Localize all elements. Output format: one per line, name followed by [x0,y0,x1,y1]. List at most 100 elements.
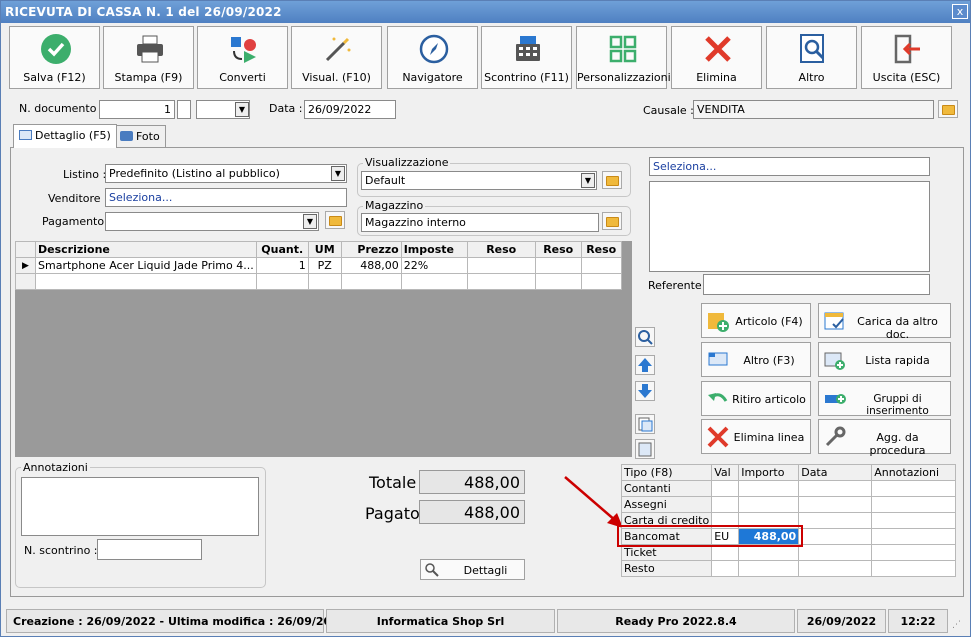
payment-type[interactable]: Resto [620,560,713,577]
window-title: RICEVUTA DI CASSA N. 1 del 26/09/2022 [1,1,970,23]
grid-cell[interactable]: 22% [400,257,468,274]
altro-button[interactable]: Altro [766,26,857,89]
visualizzazione-select[interactable]: Default [361,171,597,190]
load-doc-icon [824,312,844,330]
save-label: Salva (F12) [23,71,86,84]
payment-type[interactable]: Assegni [620,496,713,513]
visualizzazione-folder-button[interactable] [602,171,622,189]
chevron-down-icon[interactable]: ▼ [303,214,317,229]
contact-details-box[interactable] [649,181,930,272]
column-header[interactable]: Importo [738,464,800,481]
contact-select[interactable]: Seleziona... [649,157,930,176]
grid-cell[interactable] [534,257,582,274]
column-header[interactable]: UM [307,241,342,258]
grid-cell[interactable]: PZ [307,257,342,274]
altro-f3-label: Altro (F3) [743,354,795,367]
referente-input[interactable] [703,274,930,295]
close-button[interactable]: x [952,4,968,19]
return-arrow-icon [708,393,728,402]
payments-header-row: Tipo (F8) Val Importo Data Annotazioni [620,464,957,481]
column-header[interactable]: Tipo (F8) [620,464,713,481]
receipt-window: RICEVUTA DI CASSA N. 1 del 26/09/2022 x … [0,0,971,637]
ndoc-spinner[interactable] [177,100,191,119]
causale-folder-button[interactable] [938,100,958,118]
quick-list-icon [824,352,845,370]
payments-grid: Tipo (F8) Val Importo Data Annotazioni C… [620,464,957,577]
data-input[interactable]: 26/09/2022 [304,100,396,119]
pagamento-select[interactable] [105,212,319,231]
column-header[interactable]: Reso [466,241,536,258]
grid-cell[interactable]: 488,00 [340,257,402,274]
column-header[interactable]: Reso [534,241,582,258]
move-down-button[interactable] [635,381,655,401]
gruppi-inserimento-button[interactable]: Gruppi di inserimento [818,381,951,417]
visualizzazione-title: Visualizzazione [363,156,451,169]
altro-label: Altro [798,71,825,84]
articolo-button[interactable]: Articolo (F4) [701,303,811,338]
scontrino-button[interactable]: Scontrino (F11) [481,26,572,89]
navigator-button[interactable]: Navigatore [387,26,478,89]
chevron-down-icon[interactable]: ▼ [581,173,595,188]
column-header[interactable]: Prezzo [340,241,402,258]
grid-cell[interactable] [466,257,536,274]
table-row[interactable]: Resto [620,560,957,577]
camera-icon [120,131,133,141]
paste-line-button[interactable] [635,439,655,459]
exit-button[interactable]: Uscita (ESC) [861,26,952,89]
pagamento-folder-button[interactable] [325,211,345,229]
carica-doc-button[interactable]: Carica da altro doc. [818,303,951,341]
grid-cell[interactable]: Smartphone Acer Liquid Jade Primo 4... [35,257,257,274]
save-button[interactable]: Salva (F12) [9,26,100,89]
convert-icon [231,37,256,63]
ritiro-articolo-button[interactable]: Ritiro articolo [701,381,811,416]
resize-grip-icon[interactable]: ⋰ [952,620,961,630]
column-header[interactable]: Imposte [400,241,468,258]
personalizzazioni-button[interactable]: Personalizzazioni [576,26,671,89]
ritiro-articolo-label: Ritiro articolo [732,393,806,406]
magazzino-folder-button[interactable] [602,212,622,230]
column-header[interactable]: Quant. [255,241,309,258]
delete-button[interactable]: Elimina [671,26,762,89]
payment-type[interactable]: Contanti [620,480,713,497]
row-pointer-icon: ▶ [15,257,36,274]
copy-line-button[interactable] [635,414,655,434]
column-header[interactable]: Annotazioni [871,464,957,481]
convert-button[interactable]: Converti [197,26,288,89]
carica-doc-label: Carica da altro doc. [857,315,938,341]
column-header[interactable]: Val [711,464,740,481]
tab-dettaglio[interactable]: Dettaglio (F5) [13,124,117,148]
venditore-input[interactable]: Seleziona... [105,188,347,207]
column-header[interactable]: Reso [580,241,622,258]
lista-rapida-button[interactable]: Lista rapida [818,342,951,377]
magazzino-input[interactable]: Magazzino interno [361,213,599,232]
print-button[interactable]: Stampa (F9) [103,26,194,89]
dettagli-button[interactable]: Dettagli [420,559,525,580]
visual-button[interactable]: Visual. (F10) [291,26,382,89]
agg-procedura-button[interactable]: Agg. da procedura [818,419,951,457]
table-row[interactable]: Contanti [620,480,957,497]
listino-select[interactable]: Predefinito (Listino al pubblico) [105,164,347,183]
table-row[interactable]: ▶ Smartphone Acer Liquid Jade Primo 4...… [15,257,622,274]
chevron-down-icon[interactable]: ▼ [235,102,249,117]
zoom-button[interactable] [635,327,655,347]
grid-cell[interactable]: 1 [255,257,309,274]
column-header[interactable]: Descrizione [35,241,257,258]
grid-cell[interactable] [580,257,622,274]
totale-label: Totale [369,473,417,492]
causale-input[interactable]: VENDITA [693,100,934,119]
pagamento-label: Pagamento : [42,215,112,228]
table-row[interactable] [15,273,622,290]
tab-foto[interactable]: Foto [114,125,166,147]
altro-f3-button[interactable]: Altro (F3) [701,342,811,377]
magnifier-icon [425,563,439,577]
delete-label: Elimina [696,71,737,84]
chevron-down-icon[interactable]: ▼ [331,166,345,181]
column-header[interactable]: Data [798,464,873,481]
move-up-button[interactable] [635,355,655,375]
table-row[interactable]: Assegni [620,496,957,513]
scontrino-input[interactable] [97,539,202,560]
elimina-linea-button[interactable]: Elimina linea [701,419,811,454]
data-label: Data : [269,102,303,115]
annotazioni-textarea[interactable] [21,477,259,536]
ndoc-input[interactable]: 1 [99,100,175,119]
